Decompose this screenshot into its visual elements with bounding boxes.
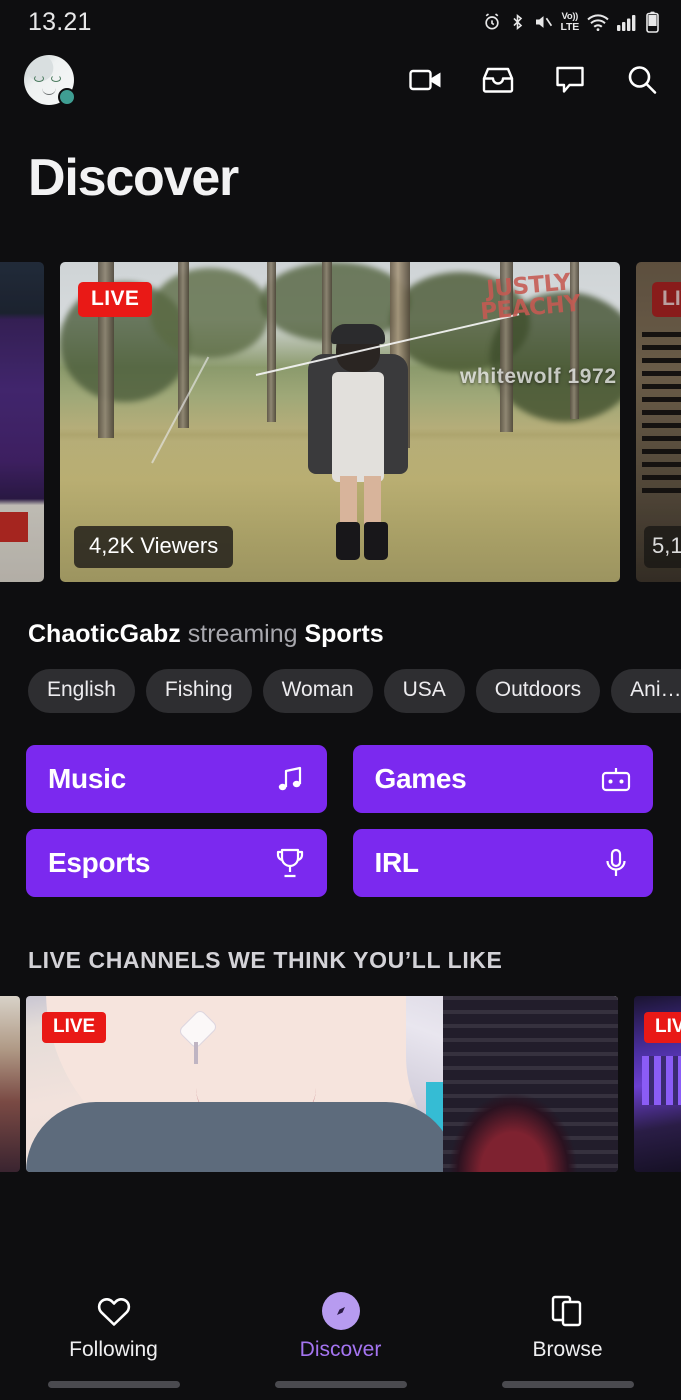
category-button-games[interactable]: Games: [352, 745, 653, 813]
bottom-nav-label: Following: [69, 1338, 158, 1361]
inbox-icon[interactable]: [481, 63, 515, 97]
stream-tag[interactable]: Ani…: [611, 669, 681, 713]
avatar-status-badge: [58, 88, 76, 106]
bottom-nav-item-browse[interactable]: Browse: [454, 1288, 681, 1368]
avatar-eye-right: [51, 75, 61, 82]
category-label: Music: [48, 763, 126, 794]
overlay-watermark: whitewolf 1972: [460, 365, 617, 388]
mute-icon: [533, 12, 554, 32]
stream-tag[interactable]: English: [28, 669, 135, 713]
viewer-count-badge: 4,2K Viewers: [74, 526, 234, 568]
stream-tag-list: English Fishing Woman USA Outdoors Ani…: [0, 649, 681, 713]
bottom-nav-container: Following Discover Browse: [0, 1282, 681, 1400]
channel-name[interactable]: ChaoticGabz: [28, 620, 181, 648]
nav-indicator[interactable]: [227, 1368, 454, 1400]
featured-card-left-peek[interactable]: [0, 262, 44, 582]
stream-category[interactable]: Sports: [304, 620, 383, 648]
bottom-nav-label: Discover: [299, 1338, 382, 1361]
bottom-nav-label: Browse: [532, 1338, 603, 1361]
battery-icon: [646, 11, 659, 33]
cards-icon: [551, 1294, 585, 1328]
chat-bubble-icon[interactable]: [553, 63, 587, 97]
streaming-verb: streaming: [187, 620, 298, 648]
search-icon[interactable]: [625, 63, 659, 97]
live-channel-row[interactable]: LIVE LIVE: [0, 996, 681, 1172]
viewer-count-badge: 5,1K: [644, 526, 681, 568]
category-button-esports[interactable]: Esports: [26, 829, 327, 897]
avatar[interactable]: [24, 55, 76, 106]
category-button-music[interactable]: Music: [26, 745, 327, 813]
bottom-nav-bar: Following Discover Browse: [0, 1282, 681, 1368]
bluetooth-icon: [509, 12, 526, 32]
bottom-nav-item-following[interactable]: Following: [0, 1288, 227, 1368]
system-navigation-bar: [0, 1368, 681, 1400]
top-nav-icons: [409, 63, 659, 97]
featured-card[interactable]: JUSTLY PEACHY whitewolf 1972 LIVE 4,2K V…: [60, 262, 620, 582]
live-badge: LIV: [652, 282, 681, 317]
avatar-eye-left: [34, 75, 44, 82]
status-bar: 13.21 Vo)) LTE: [0, 0, 681, 44]
featured-card-right-peek[interactable]: LIV 5,1K: [636, 262, 681, 582]
category-label: Esports: [48, 847, 151, 878]
stream-thumbnail: [26, 996, 618, 1172]
section-title: LIVE CHANNELS WE THINK YOU’LL LIKE: [28, 947, 503, 973]
microphone-icon: [599, 846, 633, 880]
compass-icon: [321, 1292, 360, 1330]
tree-canopy: [150, 268, 270, 358]
stream-thumbnail: [0, 262, 44, 582]
tree-trunk: [267, 262, 276, 422]
trophy-icon: [273, 846, 307, 880]
thumbnail-decor: [0, 511, 28, 542]
live-channel-card[interactable]: LIVE: [26, 996, 618, 1172]
avatar-mouth: [42, 88, 56, 95]
discover-screen: 13.21 Vo)) LTE Discover JUSTLY PEACHY wh…: [0, 0, 681, 1400]
status-bar-icons: Vo)) LTE: [482, 11, 659, 33]
top-nav-bar: [0, 44, 681, 116]
thumbnail-decor: [642, 332, 681, 499]
stream-tag[interactable]: USA: [383, 669, 465, 713]
stream-thumbnail: [0, 996, 20, 1172]
bottom-nav-item-discover[interactable]: Discover: [227, 1288, 454, 1368]
page-title: Discover: [28, 149, 239, 207]
stream-tag[interactable]: Outdoors: [475, 669, 601, 713]
alarm-icon: [482, 12, 502, 32]
live-badge: LIVE: [644, 1012, 681, 1043]
category-label: IRL: [374, 847, 420, 878]
wifi-icon: [586, 12, 610, 32]
stream-info[interactable]: ChaoticGabz streaming Sports: [0, 582, 681, 649]
stream-tag[interactable]: Woman: [262, 669, 373, 713]
game-controller-icon: [599, 762, 633, 796]
nav-indicator[interactable]: [0, 1368, 227, 1400]
live-badge: LIVE: [42, 1012, 107, 1043]
live-channel-card-right-peek[interactable]: LIVE: [634, 996, 681, 1172]
live-badge: LIVE: [78, 282, 153, 317]
streamer-figure: [298, 324, 418, 560]
status-bar-clock: 13.21: [28, 7, 92, 36]
video-camera-icon[interactable]: [409, 63, 443, 97]
stream-tag[interactable]: Fishing: [145, 669, 252, 713]
featured-carousel[interactable]: JUSTLY PEACHY whitewolf 1972 LIVE 4,2K V…: [0, 262, 681, 582]
category-grid: Music Games Esports IRL: [0, 713, 681, 897]
live-channel-card-left-peek[interactable]: [0, 996, 20, 1172]
category-label: Games: [374, 763, 467, 794]
nav-indicator[interactable]: [454, 1368, 681, 1400]
category-button-irl[interactable]: IRL: [352, 829, 653, 897]
heart-icon: [97, 1294, 131, 1328]
volte-icon: Vo)) LTE: [560, 10, 580, 33]
signal-icon: [617, 12, 639, 32]
music-note-icon: [273, 762, 307, 796]
